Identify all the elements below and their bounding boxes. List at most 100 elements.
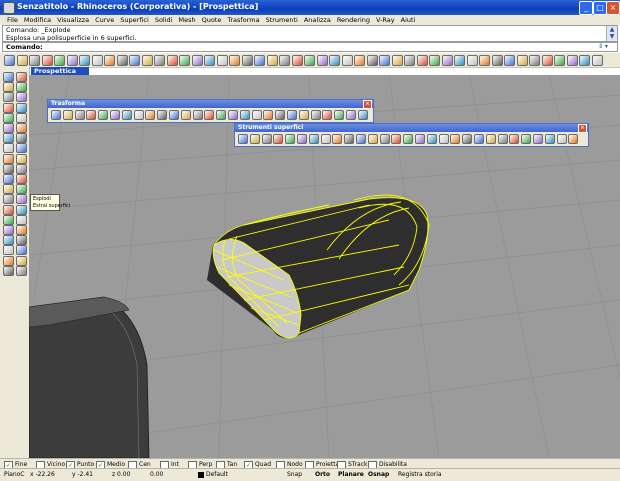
superfici-tool-icon[interactable] bbox=[415, 134, 425, 144]
left-tool-icon[interactable] bbox=[16, 153, 27, 164]
left-tool-icon[interactable] bbox=[16, 184, 27, 195]
standard-tool-icon[interactable] bbox=[154, 55, 165, 66]
trasforma-tool-icon[interactable] bbox=[157, 110, 168, 120]
standard-tool-icon[interactable] bbox=[191, 55, 203, 66]
menu-quote[interactable]: Quote bbox=[199, 15, 225, 25]
standard-tool-icon[interactable] bbox=[141, 55, 153, 66]
trasforma-tool-icon[interactable] bbox=[204, 110, 215, 120]
standard-tool-icon[interactable] bbox=[516, 55, 528, 66]
menu-strumenti[interactable]: Strumenti bbox=[263, 15, 301, 25]
trasforma-tool-icon[interactable] bbox=[98, 110, 109, 120]
superfici-tool-icon[interactable] bbox=[403, 134, 414, 144]
maximize-button[interactable]: □ bbox=[593, 1, 607, 15]
standard-tool-icon[interactable] bbox=[579, 55, 590, 66]
standard-tool-icon[interactable] bbox=[91, 55, 103, 66]
flyout-item-esplodi[interactable]: Esplodi bbox=[33, 196, 57, 203]
left-tool-icon[interactable] bbox=[3, 72, 14, 82]
standard-tool-icon[interactable] bbox=[541, 55, 553, 66]
standard-tool-icon[interactable] bbox=[479, 55, 490, 66]
superfici-tool-icon[interactable] bbox=[320, 134, 331, 144]
left-tool-icon[interactable] bbox=[16, 72, 27, 82]
superfici-tool-icon[interactable] bbox=[332, 134, 343, 144]
standard-tool-icon[interactable] bbox=[16, 55, 28, 66]
standard-tool-icon[interactable] bbox=[554, 55, 565, 66]
trasforma-tool-icon[interactable] bbox=[228, 110, 238, 120]
standard-tool-icon[interactable] bbox=[54, 55, 65, 66]
trasforma-tool-icon[interactable] bbox=[275, 110, 286, 120]
menu-analizza[interactable]: Analizza bbox=[301, 15, 334, 25]
standard-tool-icon[interactable] bbox=[66, 55, 78, 66]
left-tool-icon[interactable] bbox=[16, 92, 27, 103]
menu-vray[interactable]: V-Ray bbox=[373, 15, 398, 25]
trasforma-tool-icon[interactable] bbox=[239, 110, 250, 120]
osnap-toggle[interactable]: Osnap bbox=[368, 469, 389, 481]
left-tool-icon[interactable] bbox=[3, 102, 14, 113]
left-tool-icon[interactable] bbox=[3, 112, 14, 123]
menu-aiuti[interactable]: Aiuti bbox=[398, 15, 419, 25]
menu-modifica[interactable]: Modifica bbox=[21, 15, 54, 25]
standard-tool-icon[interactable] bbox=[416, 55, 428, 66]
standard-tool-icon[interactable] bbox=[591, 55, 603, 66]
superfici-tool-icon[interactable] bbox=[379, 134, 390, 144]
menu-curve[interactable]: Curve bbox=[92, 15, 117, 25]
left-tool-icon[interactable] bbox=[3, 133, 14, 144]
standard-tool-icon[interactable] bbox=[304, 55, 315, 66]
left-tool-icon[interactable] bbox=[3, 143, 14, 154]
left-tool-icon[interactable] bbox=[16, 163, 27, 174]
trasforma-tool-icon[interactable] bbox=[346, 110, 356, 120]
standard-tool-icon[interactable] bbox=[29, 55, 40, 66]
left-tool-icon[interactable] bbox=[3, 225, 14, 235]
standard-tool-icon[interactable] bbox=[566, 55, 578, 66]
snap-toggle[interactable]: Snap bbox=[287, 469, 302, 481]
standard-tool-icon[interactable] bbox=[241, 55, 253, 66]
superfici-tool-icon[interactable] bbox=[356, 134, 366, 144]
left-tool-icon[interactable] bbox=[3, 245, 14, 256]
trasforma-tool-icon[interactable] bbox=[357, 110, 368, 120]
standard-tool-icon[interactable] bbox=[529, 55, 540, 66]
superfici-tool-icon[interactable] bbox=[485, 134, 496, 144]
standard-tool-icon[interactable] bbox=[41, 55, 53, 66]
left-tool-icon[interactable] bbox=[16, 133, 27, 144]
superfici-tool-icon[interactable] bbox=[474, 134, 484, 144]
superfici-tool-icon[interactable] bbox=[509, 134, 520, 144]
trasforma-tool-icon[interactable] bbox=[51, 110, 61, 120]
menu-mesh[interactable]: Mesh bbox=[175, 15, 198, 25]
left-tool-icon[interactable] bbox=[3, 204, 14, 215]
superfici-tool-icon[interactable] bbox=[367, 134, 378, 144]
standard-tool-icon[interactable] bbox=[354, 55, 365, 66]
left-tool-icon[interactable] bbox=[16, 143, 27, 154]
standard-tool-icon[interactable] bbox=[204, 55, 215, 66]
left-tool-icon[interactable] bbox=[16, 123, 27, 133]
record-history-toggle[interactable]: Registra storia bbox=[398, 469, 442, 481]
menu-superfici[interactable]: Superfici bbox=[117, 15, 152, 25]
standard-tool-icon[interactable] bbox=[341, 55, 353, 66]
trasforma-toolbar-titlebar[interactable]: Trasforma × bbox=[48, 100, 373, 109]
left-tool-icon[interactable] bbox=[3, 194, 14, 205]
superfici-tool-icon[interactable] bbox=[249, 134, 260, 144]
menu-visualizza[interactable]: Visualizza bbox=[54, 15, 92, 25]
trasforma-tool-icon[interactable] bbox=[86, 110, 97, 120]
left-tool-icon[interactable] bbox=[3, 153, 14, 164]
left-tool-icon[interactable] bbox=[16, 174, 27, 184]
trasforma-tool-icon[interactable] bbox=[121, 110, 132, 120]
left-tool-icon[interactable] bbox=[16, 102, 27, 113]
standard-tool-icon[interactable] bbox=[504, 55, 515, 66]
viewport-tab-prospettica[interactable]: Prospettica bbox=[31, 67, 89, 75]
left-tool-icon[interactable] bbox=[16, 194, 27, 205]
left-tool-icon[interactable] bbox=[16, 245, 27, 256]
superfici-tool-icon[interactable] bbox=[556, 134, 567, 144]
trasforma-tool-icon[interactable] bbox=[251, 110, 262, 120]
left-tool-icon[interactable] bbox=[16, 82, 27, 93]
standard-tool-icon[interactable] bbox=[254, 55, 265, 66]
command-line[interactable]: Comando: ⇕ ▾ bbox=[2, 42, 618, 52]
strumenti-superfici-titlebar[interactable]: Strumenti superfici × bbox=[235, 124, 588, 133]
left-tool-icon[interactable] bbox=[3, 265, 14, 276]
left-tool-icon[interactable] bbox=[16, 112, 27, 123]
left-tool-icon[interactable] bbox=[16, 214, 27, 225]
trasforma-tool-icon[interactable] bbox=[74, 110, 85, 120]
superfici-tool-icon[interactable] bbox=[497, 134, 508, 144]
trasforma-tool-icon[interactable] bbox=[169, 110, 179, 120]
standard-tool-icon[interactable] bbox=[104, 55, 115, 66]
left-tool-icon[interactable] bbox=[16, 225, 27, 235]
left-tool-icon[interactable] bbox=[3, 82, 14, 93]
